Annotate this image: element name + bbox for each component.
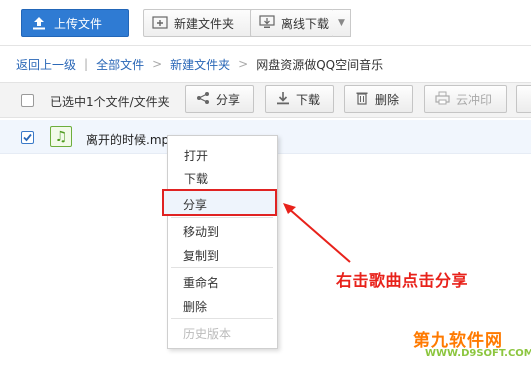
context-menu: 打开 下载 <box>167 135 278 349</box>
cloud-print-label: 云冲印 <box>456 92 493 107</box>
delete-label: 删除 <box>375 92 400 107</box>
file-name[interactable]: 离开的时候.mp3 <box>86 131 177 148</box>
selection-status: 已选中1个文件/文件夹 <box>50 95 170 109</box>
upload-label: 上传文件 <box>54 16 103 31</box>
upload-button[interactable]: 上传文件 <box>21 9 129 37</box>
menu-item-download[interactable]: 下载 <box>184 170 208 187</box>
download-label: 下载 <box>296 92 321 107</box>
share-icon <box>196 91 210 108</box>
breadcrumb-separator: | <box>84 57 89 71</box>
breadcrumb-current: 网盘资源做QQ空间音乐 <box>256 57 384 72</box>
watermark-logo: 第九软件网 WWW.D9SOFT.COM <box>413 326 531 370</box>
breadcrumb-folder-link[interactable]: 新建文件夹 <box>170 56 230 73</box>
menu-item-share-highlight[interactable] <box>162 189 277 216</box>
chevron-down-icon: ▼ <box>338 18 345 28</box>
breadcrumb-back-link[interactable]: 返回上一级 <box>16 56 76 73</box>
file-checkbox[interactable] <box>21 131 34 144</box>
delete-button[interactable]: 删除 <box>344 85 413 113</box>
download-icon <box>276 91 290 108</box>
download-button[interactable]: 下载 <box>265 85 334 113</box>
breadcrumb-separator: > <box>152 57 163 71</box>
annotation-text: 右击歌曲点击分享 <box>336 271 469 290</box>
check-icon <box>23 133 32 142</box>
music-file-icon: ♫ <box>50 126 72 147</box>
annotation-arrow <box>283 203 351 263</box>
cloud-print-button[interactable]: 云冲印 <box>424 85 507 113</box>
printer-icon <box>435 91 450 108</box>
offline-download-icon <box>259 14 275 32</box>
offline-download-button[interactable]: 离线下载 <box>250 9 334 37</box>
share-button[interactable]: 分享 <box>185 85 254 113</box>
new-folder-label: 新建文件夹 <box>174 16 235 31</box>
breadcrumb-separator: > <box>238 57 249 71</box>
more-actions-button[interactable] <box>516 85 531 113</box>
menu-item-open[interactable]: 打开 <box>184 147 208 164</box>
trash-icon <box>355 91 369 108</box>
watermark-sub: WWW.D9SOFT.COM <box>425 348 531 359</box>
new-folder-button[interactable]: 新建文件夹 <box>143 9 264 37</box>
new-folder-icon <box>152 15 168 32</box>
share-label: 分享 <box>216 92 241 107</box>
upload-icon <box>32 16 46 30</box>
offline-download-label: 离线下载 <box>281 16 330 31</box>
breadcrumb: 返回上一级 | 全部文件 > 新建文件夹 > 网盘资源做QQ空间音乐 <box>16 56 384 73</box>
offline-download-dropdown[interactable]: ▼ <box>333 9 351 37</box>
breadcrumb-all-files-link[interactable]: 全部文件 <box>96 56 144 73</box>
select-all-checkbox[interactable] <box>21 94 34 107</box>
